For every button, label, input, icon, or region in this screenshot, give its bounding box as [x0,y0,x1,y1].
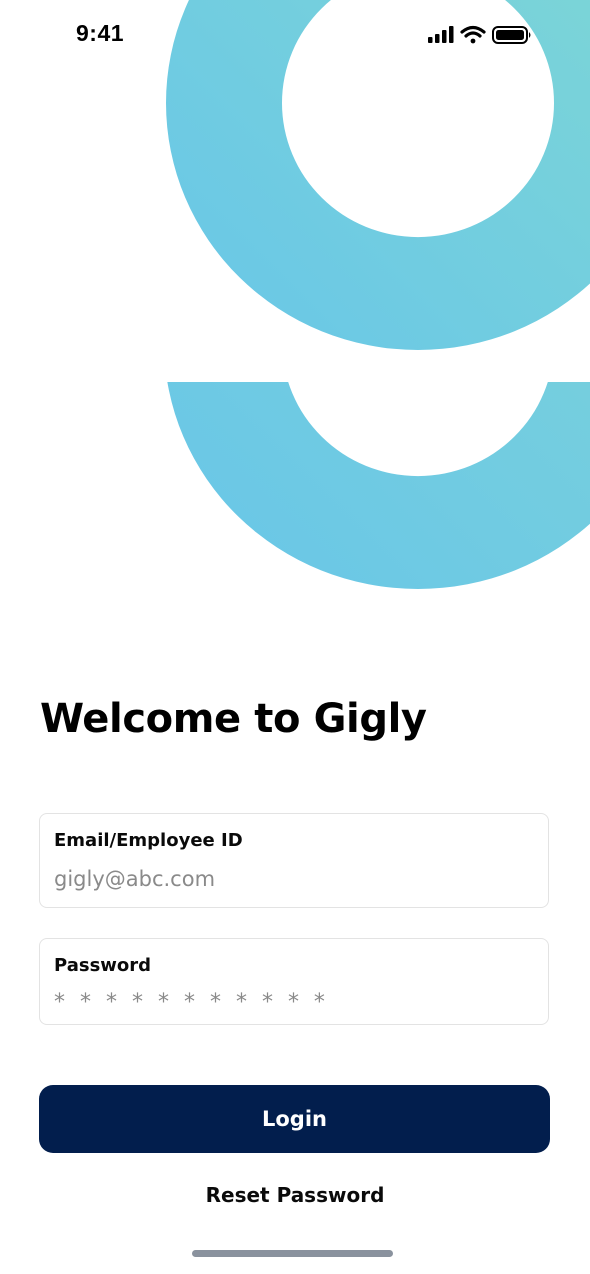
password-input[interactable] [54,987,524,1017]
wifi-icon [460,25,486,44]
email-field[interactable]: Email/Employee ID [39,813,549,908]
status-time: 9:41 [76,20,125,46]
password-field-label: Password [54,955,152,976]
gigly-logo-graphic [166,0,590,589]
cellular-signal-icon [428,26,454,43]
email-field-label: Email/Employee ID [54,830,243,851]
email-input[interactable] [54,864,524,894]
status-bar: 9:41 [0,0,590,70]
home-indicator[interactable] [192,1250,393,1257]
welcome-title: Welcome to Gigly [40,696,427,742]
status-icons [428,25,531,44]
battery-icon [492,26,531,44]
login-button[interactable]: Login [39,1085,550,1153]
password-field[interactable]: Password [39,938,549,1025]
reset-password-link[interactable]: Reset Password [0,1183,590,1207]
